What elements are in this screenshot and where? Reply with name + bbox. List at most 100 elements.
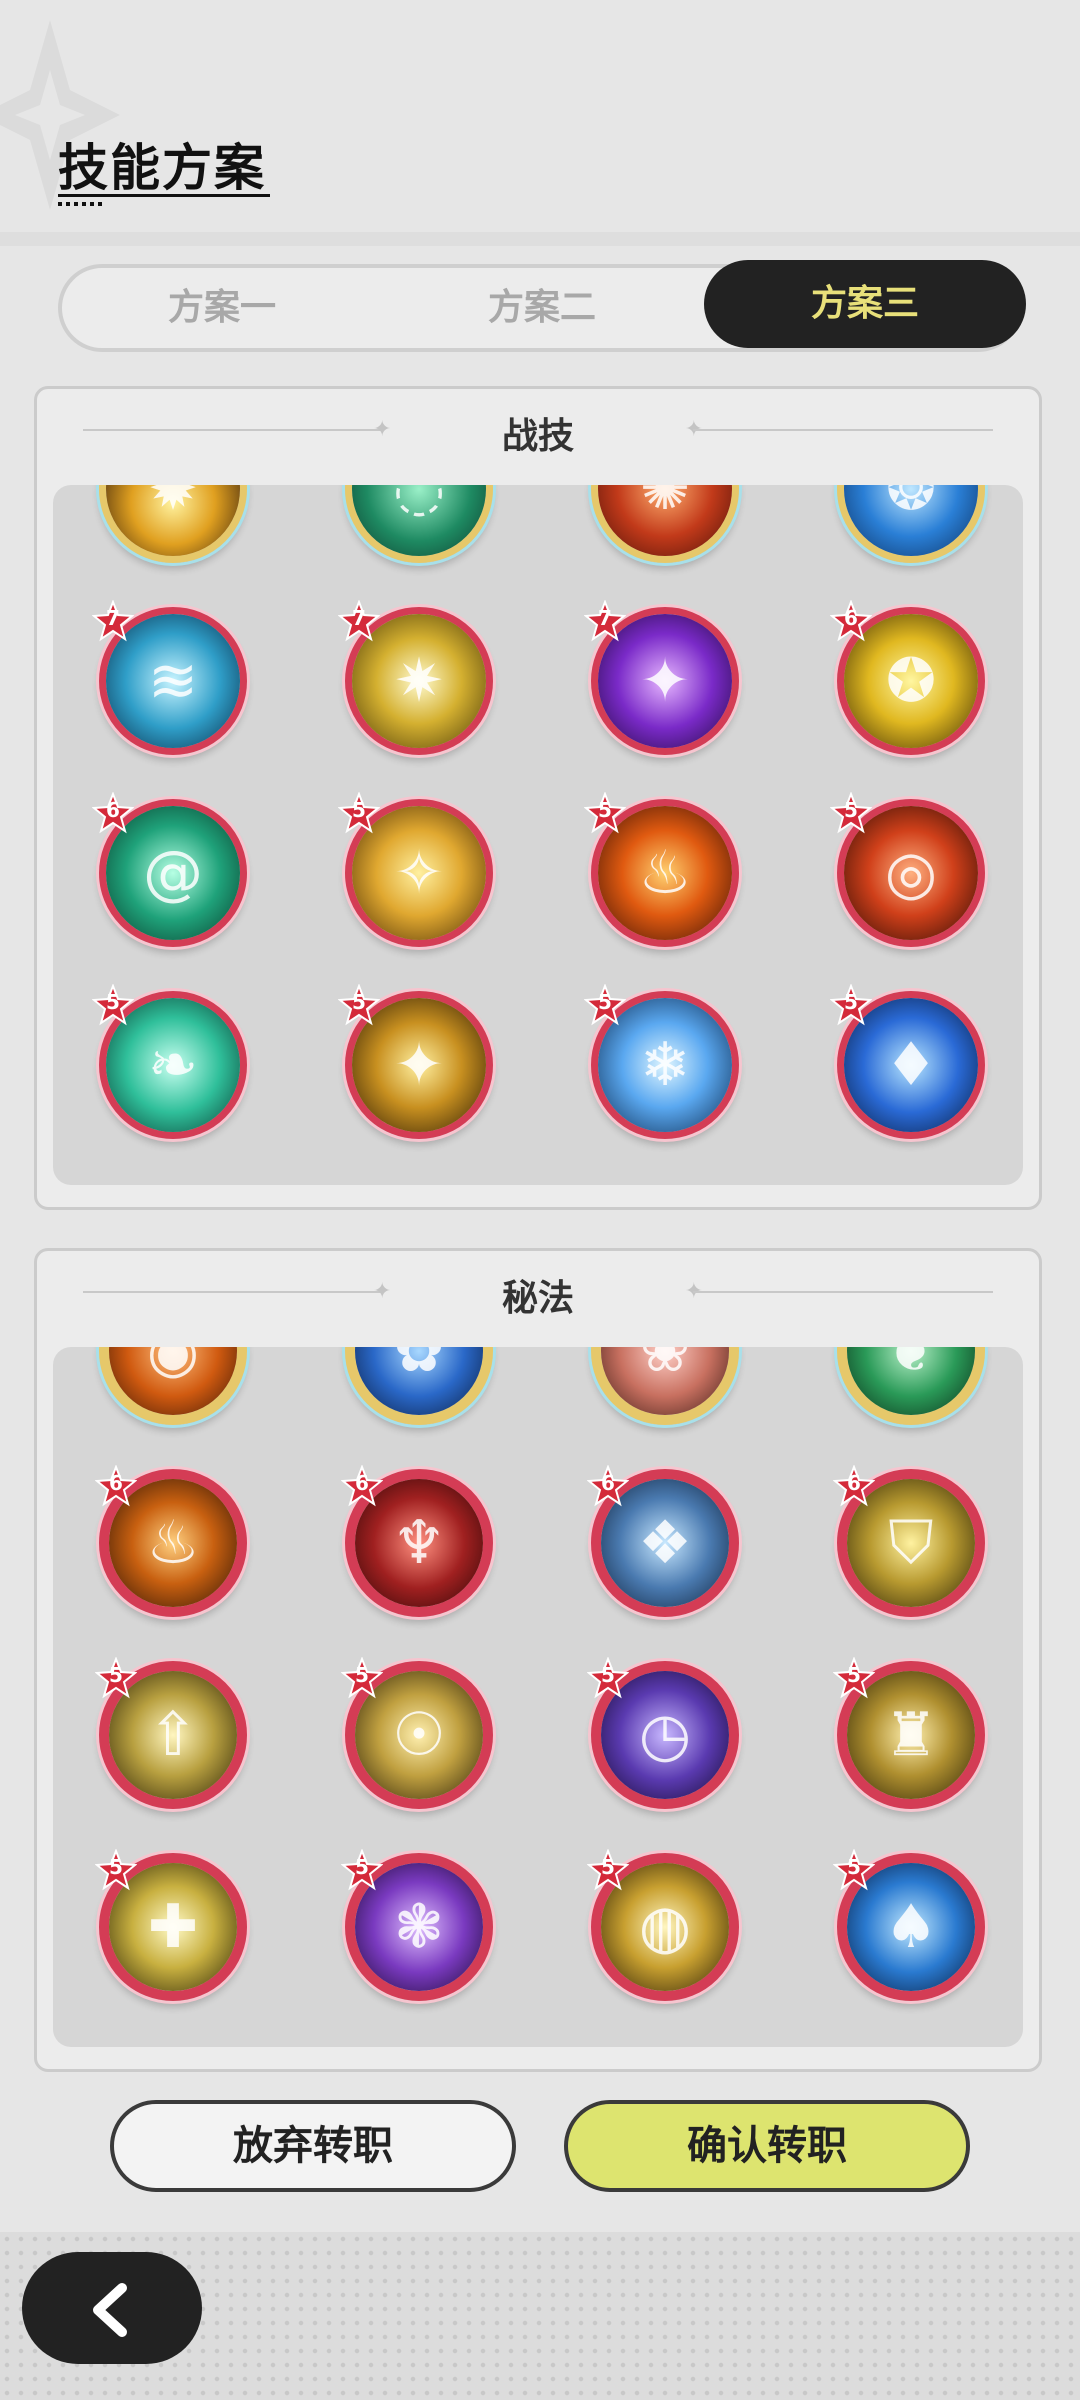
abandon-job-change-button[interactable]: 放弃转职 bbox=[110, 2100, 516, 2192]
orange-spiral-arcana-icon[interactable]: ◉ bbox=[99, 1347, 247, 1425]
healing-figure-arcana-icon[interactable]: ✚ 5 bbox=[95, 1849, 247, 2001]
skill-art: ✹ bbox=[106, 485, 240, 556]
golden-fox-orb-skill-icon[interactable]: ✪ 6 bbox=[830, 600, 985, 755]
blue-water-splash-skill-icon[interactable]: ❂ bbox=[837, 485, 985, 563]
purple-clock-arcana-icon[interactable]: ◷ 5 bbox=[587, 1657, 739, 1809]
skill-art-glyph: ◉ bbox=[146, 1347, 200, 1386]
level-number: 5 bbox=[352, 798, 366, 822]
upward-arrow-arcana-icon[interactable]: ⇧ 5 bbox=[95, 1657, 247, 1809]
flame-creature-skill-icon[interactable]: ♨ 5 bbox=[584, 792, 739, 947]
skill-art-glyph: ❄ bbox=[639, 1030, 691, 1100]
level-star-badge: 5 bbox=[338, 792, 380, 834]
confirm-job-change-button[interactable]: 确认转职 bbox=[564, 2100, 970, 2192]
level-number: 5 bbox=[601, 1663, 615, 1687]
level-star-badge: 5 bbox=[833, 1657, 875, 1699]
tab-plan-3[interactable]: 方案三 bbox=[704, 260, 1026, 348]
level-number: 5 bbox=[601, 1855, 615, 1879]
level-star-badge: 5 bbox=[587, 1849, 629, 1891]
wave-skill-icon[interactable]: ≋ 7 bbox=[92, 600, 247, 755]
skill-art-glyph: ♠ bbox=[884, 1892, 938, 1962]
level-star-badge: 5 bbox=[830, 792, 872, 834]
level-star-badge: 6 bbox=[92, 792, 134, 834]
green-leaf-arcana-icon[interactable]: ❦ bbox=[837, 1347, 985, 1425]
skill-art-glyph: ✚ bbox=[147, 1892, 199, 1962]
level-number: 7 bbox=[598, 606, 612, 630]
level-number: 5 bbox=[352, 990, 366, 1014]
blue-flower-arcana-icon[interactable]: ✿ bbox=[345, 1347, 493, 1425]
skill-art-glyph: ✺ bbox=[639, 485, 691, 524]
title-line-right bbox=[693, 1291, 993, 1293]
skill-art-glyph: ⇧ bbox=[147, 1700, 199, 1770]
skill-art-glyph: ✹ bbox=[147, 485, 199, 524]
level-star-badge: 5 bbox=[341, 1849, 383, 1891]
teal-leaf-slash-skill-icon[interactable]: ❧ 5 bbox=[92, 984, 247, 1139]
skill-art: ❀ bbox=[601, 1347, 729, 1415]
skill-grid[interactable]: ✹ ◌ ✺ ❂ ≋ 7 ✷ 7 ✦ 7 ✪ 6 @6 ✧ 5 ♨ 5 ◎ 5 ❧ 5 ✦ 5 ❄ 5 ♦ 5 bbox=[53, 485, 1023, 1185]
skill-art-glyph: ✦ bbox=[639, 646, 691, 716]
tab-plan-1[interactable]: 方案一 bbox=[62, 268, 382, 348]
level-number: 5 bbox=[598, 798, 612, 822]
pink-sigil-arcana-icon[interactable]: ❀ bbox=[591, 1347, 739, 1425]
skill-art-glyph: ⛉ bbox=[888, 1508, 934, 1578]
level-number: 6 bbox=[847, 1471, 861, 1495]
level-star-badge: 5 bbox=[341, 1657, 383, 1699]
skill-art-glyph: ♜ bbox=[884, 1700, 938, 1770]
title-dots bbox=[58, 202, 106, 206]
green-swirl-skill-icon[interactable]: ◌ bbox=[345, 485, 493, 563]
skill-art: ✺ bbox=[598, 485, 732, 556]
sparkle-stars-skill-icon[interactable]: ✦ 5 bbox=[338, 984, 493, 1139]
purple-orb-skill-icon[interactable]: ✦ 7 bbox=[584, 600, 739, 755]
gold-shield-arcana-icon[interactable]: ⛉ 6 bbox=[833, 1465, 985, 1617]
golden-figure-arcana-icon[interactable]: ☉ 5 bbox=[341, 1657, 493, 1809]
level-number: 5 bbox=[355, 1663, 369, 1687]
skill-art-glyph: ✧ bbox=[393, 838, 445, 908]
skill-art-glyph: ❧ bbox=[147, 1030, 199, 1100]
skill-art-glyph: ❂ bbox=[885, 485, 937, 524]
level-star-badge: 6 bbox=[587, 1465, 629, 1507]
level-number: 6 bbox=[355, 1471, 369, 1495]
level-number: 7 bbox=[352, 606, 366, 630]
fire-vortex-skill-icon[interactable]: ◎ 5 bbox=[830, 792, 985, 947]
level-star-badge: 7 bbox=[584, 600, 626, 642]
golden-star-shard-skill-icon[interactable]: ✧ 5 bbox=[338, 792, 493, 947]
level-star-badge: 5 bbox=[830, 984, 872, 1026]
level-number: 5 bbox=[109, 1855, 123, 1879]
level-star-badge: 6 bbox=[95, 1465, 137, 1507]
tab-plan-2[interactable]: 方案二 bbox=[382, 268, 702, 348]
title-line-right bbox=[693, 429, 993, 431]
arcana-grid[interactable]: ◉ ✿ ❀ ❦ ♨ 6 ♆ 6 ❖ 6 ⛉ 6 ⇧ 5 ☉ 5 ◷ 5 ♜ 5 ✚ 5 ❃ 5 ◍ 5 ♠ 5 bbox=[53, 1347, 1023, 2047]
skill-art-glyph: @ bbox=[143, 838, 203, 908]
back-button[interactable] bbox=[22, 2252, 202, 2364]
blue-flame-skill-icon[interactable]: ♦ 5 bbox=[830, 984, 985, 1139]
level-star-badge: 6 bbox=[341, 1465, 383, 1507]
skill-art-glyph: ◎ bbox=[884, 838, 938, 908]
level-number: 7 bbox=[106, 606, 120, 630]
purple-swirl-arcana-icon[interactable]: ❃ 5 bbox=[341, 1849, 493, 2001]
page-title: 技能方案 bbox=[58, 139, 266, 197]
level-star-badge: 5 bbox=[587, 1657, 629, 1699]
golden-statue-arcana-icon[interactable]: ♜ 5 bbox=[833, 1657, 985, 1809]
blue-flame-figure-arcana-icon[interactable]: ♠ 5 bbox=[833, 1849, 985, 2001]
level-star-badge: 6 bbox=[830, 600, 872, 642]
skill-art-glyph: ❖ bbox=[638, 1508, 692, 1578]
chevron-left-icon bbox=[93, 2283, 127, 2337]
level-number: 5 bbox=[106, 990, 120, 1014]
red-demon-arcana-icon[interactable]: ♆ 6 bbox=[341, 1465, 493, 1617]
section-title: 战技 bbox=[501, 416, 574, 457]
level-number: 5 bbox=[355, 1855, 369, 1879]
green-whirlwind-skill-icon[interactable]: @6 bbox=[92, 792, 247, 947]
golden-burst-skill-icon[interactable]: ✹ bbox=[99, 485, 247, 563]
skill-art-glyph: ☉ bbox=[392, 1700, 446, 1770]
arcana-panel: ✦ 秘法 ✦ ◉ ✿ ❀ ❦ ♨ 6 ♆ 6 ❖ 6 ⛉ 6 ⇧ 5 ☉ 5 ◷ 5 ♜ 5 ✚ 5 ❃ 5 ◍ 5 ♠ 5 bbox=[34, 1248, 1042, 2072]
skill-art-glyph: ♨ bbox=[146, 1508, 200, 1578]
fire-burst-arcana-icon[interactable]: ♨ 6 bbox=[95, 1465, 247, 1617]
light-burst-skill-icon[interactable]: ✷ 7 bbox=[338, 600, 493, 755]
ice-crystal-skill-icon[interactable]: ❄ 5 bbox=[584, 984, 739, 1139]
golden-ring-arcana-icon[interactable]: ◍ 5 bbox=[587, 1849, 739, 2001]
blue-crystal-arcana-icon[interactable]: ❖ 6 bbox=[587, 1465, 739, 1617]
skill-art-glyph: ❦ bbox=[885, 1347, 937, 1386]
plan-tabs: 方案一 方案二 方案三 bbox=[58, 260, 1026, 352]
skill-art-glyph: ◌ bbox=[392, 485, 446, 524]
level-number: 6 bbox=[109, 1471, 123, 1495]
red-explosion-skill-icon[interactable]: ✺ bbox=[591, 485, 739, 563]
